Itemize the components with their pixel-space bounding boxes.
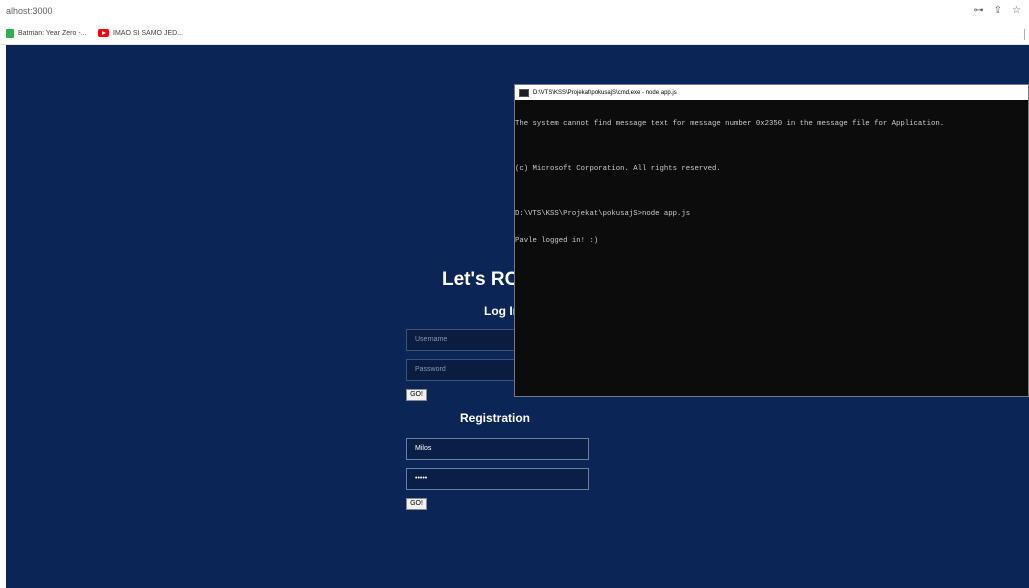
bookmark-youtube[interactable]: IMAO SI SAMO JED... [98, 29, 183, 37]
bookmark-label: Batman: Year Zero -... [18, 30, 87, 37]
cmd-icon [519, 88, 529, 97]
url-text[interactable]: alhost:3000 [6, 6, 53, 16]
cmd-line: The system cannot find message text for … [515, 120, 945, 128]
login-go-button[interactable]: GO! [406, 389, 427, 401]
register-username-input[interactable]: Milos [406, 438, 589, 460]
cmd-title-text: D:\VTS\KSS\Projekat\pokusajS\cmd.exe - n… [533, 89, 677, 96]
browser-address-bar[interactable]: alhost:3000 ⊶ ⇪ ☆ [0, 0, 1029, 26]
cmd-line: D:\VTS\KSS\Projekat\pokusajS>node app.js [515, 210, 691, 218]
key-icon[interactable]: ⊶ [974, 5, 984, 16]
cmd-titlebar[interactable]: D:\VTS\KSS\Projekat\pokusajS\cmd.exe - n… [515, 85, 1028, 100]
bookmark-label: IMAO SI SAMO JED... [113, 29, 184, 37]
register-password-input[interactable]: ••••• [406, 468, 589, 490]
share-icon[interactable]: ⇪ [994, 5, 1002, 16]
page-title: Let's RC [442, 269, 519, 290]
browser-actions: ⊶ ⇪ ☆ [974, 5, 1021, 16]
cmd-line: (c) Microsoft Corporation. All rights re… [515, 165, 721, 173]
cmd-output: The system cannot find message text for … [515, 100, 1028, 264]
cmd-window[interactable]: D:\VTS\KSS\Projekat\pokusajS\cmd.exe - n… [514, 84, 1029, 397]
bookmarks-bar: Batman: Year Zero -... IMAO SI SAMO JED.… [0, 25, 1029, 45]
registration-title: Registration [460, 411, 531, 425]
youtube-icon [98, 29, 109, 37]
bookmark-batman[interactable]: Batman: Year Zero -... [6, 29, 86, 38]
login-title: Log Ir [484, 304, 518, 318]
bookmark-green-icon [6, 29, 14, 38]
cmd-line: Pavle logged in! :) [515, 237, 599, 245]
register-go-button[interactable]: GO! [406, 498, 427, 510]
bookmarks-divider [1024, 29, 1025, 40]
star-icon[interactable]: ☆ [1012, 5, 1021, 16]
